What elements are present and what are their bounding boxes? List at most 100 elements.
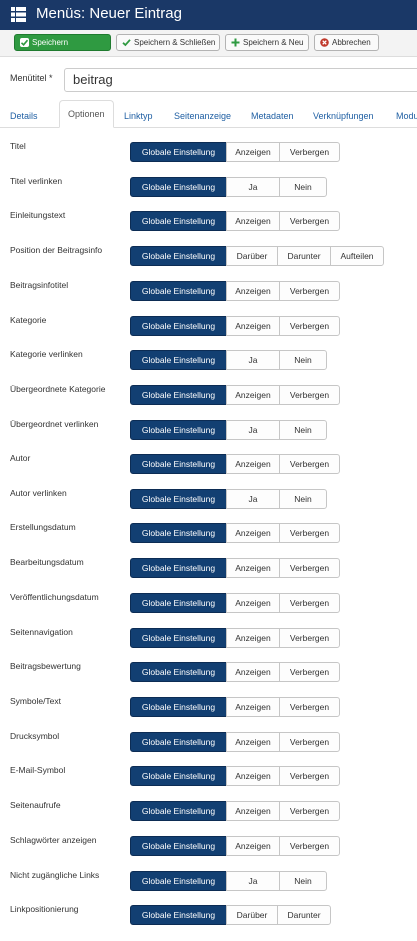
option-choice-button[interactable]: Anzeigen (226, 593, 280, 613)
option-choice-button[interactable]: Aufteilen (330, 246, 384, 266)
option-choice-button[interactable]: Verbergen (279, 454, 340, 474)
option-choice-button[interactable]: Anzeigen (226, 142, 280, 162)
option-choice-button[interactable]: Verbergen (279, 593, 340, 613)
option-global-button[interactable]: Globale Einstellung (130, 766, 227, 786)
save-button[interactable]: Speichern (14, 34, 111, 51)
tab-verknüpfungen[interactable]: Verknüpfungen (313, 105, 374, 127)
option-global-button[interactable]: Globale Einstellung (130, 732, 227, 752)
tab-optionen[interactable]: Optionen (59, 100, 114, 128)
option-choice-button[interactable]: Verbergen (279, 801, 340, 821)
option-global-button[interactable]: Globale Einstellung (130, 836, 227, 856)
option-global-button[interactable]: Globale Einstellung (130, 697, 227, 717)
option-row: Seitenaufrufe Globale Einstellung Anzeigen… (0, 799, 417, 833)
option-global-button[interactable]: Globale Einstellung (130, 246, 227, 266)
option-choice-button[interactable]: Anzeigen (226, 628, 280, 648)
option-global-button[interactable]: Globale Einstellung (130, 350, 227, 370)
option-choice-button[interactable]: Anzeigen (226, 558, 280, 578)
option-global-button[interactable]: Globale Einstellung (130, 905, 227, 925)
option-global-button[interactable]: Globale Einstellung (130, 420, 227, 440)
tab-linktyp[interactable]: Linktyp (124, 105, 153, 127)
option-choice-button[interactable]: Ja (226, 177, 280, 197)
menutitle-input[interactable]: beitrag (64, 68, 417, 92)
option-choice-button[interactable]: Verbergen (279, 385, 340, 405)
option-global-button[interactable]: Globale Einstellung (130, 628, 227, 648)
option-choice-button[interactable]: Ja (226, 489, 280, 509)
option-choice-button[interactable]: Verbergen (279, 316, 340, 336)
cancel-label: Abbrechen (332, 38, 371, 47)
option-choice-button[interactable]: Anzeigen (226, 766, 280, 786)
option-choice-button[interactable]: Verbergen (279, 558, 340, 578)
option-row: Veröffentlichungsdatum Globale Einstellun… (0, 591, 417, 625)
option-choice-button[interactable]: Ja (226, 350, 280, 370)
option-choice-button[interactable]: Ja (226, 871, 280, 891)
option-row: Nicht zugängliche Links Globale Einstellu… (0, 869, 417, 903)
option-choice-button[interactable]: Nein (279, 177, 327, 197)
option-choice-button[interactable]: Darüber (226, 905, 278, 925)
option-choice-button[interactable]: Anzeigen (226, 662, 280, 682)
option-row: Linkpositionierung Globale Einstellung Dar… (0, 903, 417, 937)
option-choice-button[interactable]: Anzeigen (226, 523, 280, 543)
option-choice-button[interactable]: Anzeigen (226, 697, 280, 717)
option-choice-button[interactable]: Anzeigen (226, 385, 280, 405)
option-choice-button[interactable]: Ja (226, 420, 280, 440)
option-global-button[interactable]: Globale Einstellung (130, 558, 227, 578)
tab-details[interactable]: Details (10, 105, 38, 127)
option-choice-button[interactable]: Darüber (226, 246, 278, 266)
option-choice-button[interactable]: Verbergen (279, 732, 340, 752)
option-choice-button[interactable]: Anzeigen (226, 316, 280, 336)
option-choice-button[interactable]: Darunter (277, 905, 331, 925)
option-global-button[interactable]: Globale Einstellung (130, 142, 227, 162)
save-close-button[interactable]: Speichern & Schließen (116, 34, 220, 51)
cancel-circle-icon (320, 38, 329, 47)
option-choice-button[interactable]: Verbergen (279, 766, 340, 786)
cancel-button[interactable]: Abbrechen (314, 34, 379, 51)
option-choice-button[interactable]: Darunter (277, 246, 331, 266)
option-choice-button[interactable]: Anzeigen (226, 454, 280, 474)
option-label: Titel verlinken (10, 176, 63, 186)
option-choice-button[interactable]: Verbergen (279, 281, 340, 301)
option-choice-button[interactable]: Verbergen (279, 523, 340, 543)
option-choice-button[interactable]: Verbergen (279, 211, 340, 231)
option-row: Beitragsinfotitel Globale Einstellung Anze… (0, 279, 417, 313)
option-choice-button[interactable]: Verbergen (279, 142, 340, 162)
option-choice-button[interactable]: Nein (279, 350, 327, 370)
tab-modu[interactable]: Modu (396, 105, 417, 127)
option-label: Einleitungstext (10, 210, 66, 220)
option-global-button[interactable]: Globale Einstellung (130, 211, 227, 231)
option-global-button[interactable]: Globale Einstellung (130, 281, 227, 301)
option-global-button[interactable]: Globale Einstellung (130, 523, 227, 543)
option-label: Seitennavigation (10, 627, 73, 637)
option-global-button[interactable]: Globale Einstellung (130, 871, 227, 891)
option-label: Übergeordnet verlinken (10, 419, 99, 429)
option-choice-button[interactable]: Verbergen (279, 697, 340, 717)
tab-metadaten[interactable]: Metadaten (251, 105, 294, 127)
option-choice-button[interactable]: Verbergen (279, 628, 340, 648)
option-choice-button[interactable]: Anzeigen (226, 732, 280, 752)
option-choice-button[interactable]: Nein (279, 420, 327, 440)
option-global-button[interactable]: Globale Einstellung (130, 454, 227, 474)
option-label: Linkpositionierung (10, 904, 79, 914)
option-label: E-Mail-Symbol (10, 765, 66, 775)
option-global-button[interactable]: Globale Einstellung (130, 316, 227, 336)
option-label: Drucksymbol (10, 731, 60, 741)
option-global-button[interactable]: Globale Einstellung (130, 662, 227, 682)
option-global-button[interactable]: Globale Einstellung (130, 385, 227, 405)
option-choice-button[interactable]: Anzeigen (226, 836, 280, 856)
option-global-button[interactable]: Globale Einstellung (130, 177, 227, 197)
option-global-button[interactable]: Globale Einstellung (130, 801, 227, 821)
option-choice-button[interactable]: Verbergen (279, 836, 340, 856)
save-new-button[interactable]: Speichern & Neu (225, 34, 309, 51)
check-icon (20, 38, 29, 47)
option-label: Symbole/Text (10, 696, 62, 706)
option-global-button[interactable]: Globale Einstellung (130, 593, 227, 613)
option-choice-button[interactable]: Anzeigen (226, 281, 280, 301)
option-choice-button[interactable]: Anzeigen (226, 801, 280, 821)
option-label: Bearbeitungsdatum (10, 557, 84, 567)
option-choice-button[interactable]: Nein (279, 871, 327, 891)
option-choice-button[interactable]: Verbergen (279, 662, 340, 682)
tab-bar: Details Optionen Linktyp Seitenanzeige Metad… (0, 100, 417, 128)
option-global-button[interactable]: Globale Einstellung (130, 489, 227, 509)
option-choice-button[interactable]: Nein (279, 489, 327, 509)
tab-seitenanzeige[interactable]: Seitenanzeige (174, 105, 231, 127)
option-choice-button[interactable]: Anzeigen (226, 211, 280, 231)
